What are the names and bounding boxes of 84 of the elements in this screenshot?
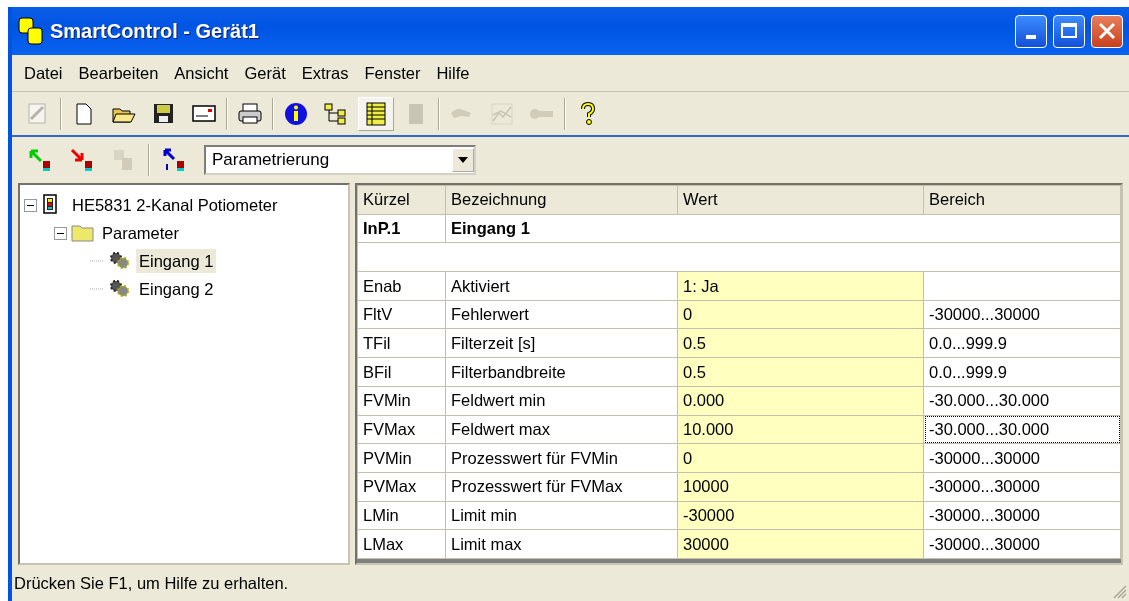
table-view-icon [363,100,389,127]
info-icon [283,100,309,127]
value-cell[interactable]: 10.000 [677,415,924,444]
table-cell: 0.0...999.9 [923,357,1121,387]
table-cell: -30000...30000 [923,443,1121,473]
expander-toggle[interactable] [54,226,67,240]
column-header[interactable]: Bereich [923,185,1121,215]
table-cell: PVMax [357,472,446,502]
table-cell: Limit max [445,529,678,559]
status-text: Drücken Sie F1, um Hilfe zu erhalten. [14,572,289,594]
gears-icon [108,250,132,272]
column-header[interactable]: Kürzel [357,185,446,215]
minimize-icon [1026,35,1036,39]
table-cell: Filterbandbreite [445,357,678,387]
tree-item[interactable]: Eingang 1 [136,248,217,274]
maximize-button[interactable] [1053,14,1085,48]
value-cell[interactable]: 1: Ja [677,271,924,301]
tree-item[interactable]: Parameter [99,220,183,246]
menu-item[interactable]: Hilfe [428,60,478,86]
menu-item[interactable]: Gerät [236,60,294,86]
toolbar-button[interactable] [358,96,394,131]
menu-item[interactable]: Ansicht [166,60,237,86]
menu-item[interactable]: Extras [293,60,357,86]
table-cell: Fehlerwert [445,300,678,329]
close-icon [1097,21,1117,41]
table-cell: FVMin [357,386,446,415]
window-title: SmartControl - Gerät1 [50,19,259,44]
table-cell: -30000...30000 [923,501,1121,530]
minimize-button[interactable] [1015,14,1047,48]
table-cell: -30.000...30.000 [923,415,1121,444]
table-cell: Enab [357,271,446,301]
dropdown-arrow-icon [457,156,469,164]
column-header[interactable]: Bezeichnung [445,185,678,215]
menu-item[interactable]: Fenster [356,60,429,86]
folder-icon [71,222,95,244]
value-cell[interactable]: 10000 [677,472,924,502]
menu-item[interactable]: Datei [16,60,71,86]
table-cell: Feldwert max [445,415,678,444]
table-cell: TFil [357,328,446,358]
tree-connector-icon [90,288,104,290]
table-cell: Prozesswert für FVMax [445,472,678,502]
column-header[interactable]: Wert [677,185,924,215]
table-cell: -30000...30000 [923,529,1121,559]
line-chart-icon [489,100,515,127]
table-cell: 0.0...999.9 [923,328,1121,358]
table-cell: Limit min [445,501,678,530]
upload-to-device-icon [27,147,53,173]
group-title: Eingang 1 [445,214,1121,243]
table-cell: -30000...30000 [923,300,1121,329]
table-cell: -30000...30000 [923,472,1121,502]
close-button[interactable] [1091,14,1123,48]
gears-icon [108,278,132,300]
tree-view-icon [323,100,349,127]
expander-toggle[interactable] [24,198,37,212]
group-code: InP.1 [357,214,446,243]
device-info-icon [161,147,187,173]
tree-item[interactable]: HE5831 2-Kanal Potiometer [69,192,281,218]
download-from-device-icon [69,147,95,173]
resize-grip-icon [1111,583,1127,599]
table-cell: BFil [357,357,446,387]
table-cell: FVMax [357,415,446,444]
maximize-icon [1059,21,1079,41]
printer-icon [237,100,263,127]
table-cell: Aktiviert [445,271,678,301]
table-cell: FltV [357,300,446,329]
tree-item[interactable]: Eingang 2 [136,276,217,302]
table-cell: Prozesswert für FVMin [445,443,678,473]
value-cell[interactable]: 0.5 [677,328,924,358]
table-cell: Filterzeit [s] [445,328,678,358]
app-logo-icon [18,17,44,45]
table-cell: Feldwert min [445,386,678,415]
value-cell[interactable]: 0 [677,300,924,329]
value-cell[interactable]: 0 [677,443,924,473]
menu-item[interactable]: Bearbeiten [70,60,167,86]
mode-dropdown[interactable]: Parametrierung [204,145,476,175]
value-cell[interactable]: -30000 [677,501,924,530]
table-cell: -30.000...30.000 [923,386,1121,415]
table-cell: PVMin [357,443,446,473]
table-cell: LMax [357,529,446,559]
table-cell: LMin [357,501,446,530]
value-cell[interactable]: 30000 [677,529,924,559]
value-cell[interactable]: 0.5 [677,357,924,387]
tree-connector-icon [90,260,104,262]
value-cell[interactable]: 0.000 [677,386,924,415]
